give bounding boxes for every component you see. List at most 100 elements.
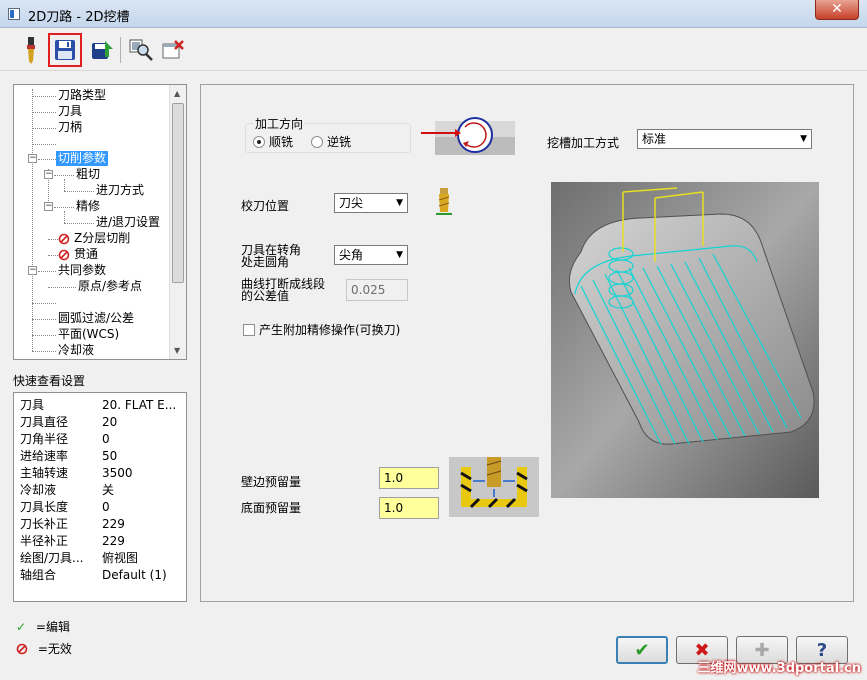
slot-method-value: 标准 (642, 132, 667, 146)
tree-item-roughing[interactable]: 粗切 (76, 167, 100, 182)
tree-item-break-through[interactable]: 贯通 (74, 247, 98, 262)
tree-item-finishing[interactable]: 精修 (76, 199, 100, 214)
delete-button[interactable] (156, 33, 190, 67)
tree-line (64, 191, 94, 192)
quick-key: 轴组合 (20, 568, 57, 582)
quick-key: 进给速率 (20, 449, 69, 463)
tree-line (32, 351, 56, 352)
quick-key: 半径补正 (20, 534, 69, 548)
end-mill-icon (27, 37, 35, 64)
tree-item-holder[interactable]: 刀柄 (58, 120, 82, 135)
scroll-down-icon[interactable]: ▼ (174, 346, 180, 355)
window-title: 2D刀路 - 2D挖槽 (28, 10, 130, 25)
tree-item-cut-parameters[interactable]: 切削参数 (56, 151, 109, 166)
tree-line (32, 144, 56, 145)
save-arrow-icon (92, 41, 113, 59)
legend-edit: ✓ =编辑 (16, 618, 70, 635)
collapse-icon[interactable]: − (44, 202, 53, 211)
app-icon (8, 8, 20, 20)
watermark: 三维网www.3dportal.cn (697, 661, 861, 676)
tree-item-coolant[interactable]: 冷却液 (58, 343, 94, 358)
quick-value: 3500 (102, 466, 133, 480)
floor-stock-input[interactable]: 1.0 (379, 497, 439, 519)
corner-select[interactable]: 尖角 ▼ (334, 245, 408, 265)
tolerance-input[interactable]: 0.025 (346, 279, 408, 301)
tree-line (32, 96, 56, 97)
slot-method-label: 挖槽加工方式 (547, 136, 620, 150)
save-button[interactable] (48, 33, 82, 67)
tree-item-planes[interactable]: 平面(WCS) (58, 327, 119, 342)
quick-value: 20. FLAT E... (102, 398, 177, 412)
close-button[interactable]: ✕ (815, 0, 859, 20)
stock-to-leave-illustration (449, 457, 539, 517)
tree-line (48, 287, 76, 288)
tree-item-entry-method[interactable]: 进刀方式 (96, 183, 144, 198)
finish-check-label: 产生附加精修操作(可换刀) (259, 323, 401, 337)
parameter-tree: 刀路类型 刀具 刀柄 − 切削参数 − 粗切 进刀方式 − 精修 进/退刀设置 … (13, 84, 187, 360)
tree-item-lead-in-out[interactable]: 进/退刀设置 (96, 215, 160, 230)
tip-select[interactable]: 刀尖 ▼ (334, 193, 408, 213)
tree-item-home-reference[interactable]: 原点/参考点 (78, 279, 142, 294)
tree-item-toolpath-type[interactable]: 刀路类型 (58, 88, 106, 103)
tree-line (38, 271, 56, 272)
finish-checkbox[interactable]: 产生附加精修操作(可换刀) (243, 321, 400, 338)
quick-value: 229 (102, 517, 125, 531)
collapse-icon[interactable]: − (28, 266, 37, 275)
quick-key: 刀具长度 (20, 500, 69, 514)
quick-value: 20 (102, 415, 118, 429)
climb-radio[interactable]: 顺铣 (253, 133, 293, 150)
tree-item-depth-cuts[interactable]: Z分层切削 (74, 231, 130, 246)
window-delete-icon (162, 40, 184, 59)
tree-line (48, 255, 58, 256)
preview-button[interactable] (124, 33, 158, 67)
quick-value: 0 (102, 432, 110, 446)
wall-stock-input[interactable]: 1.0 (379, 467, 439, 489)
tool-icon-button[interactable] (14, 33, 48, 67)
corner-value: 尖角 (339, 248, 364, 262)
magnifier-icon (129, 39, 153, 61)
tree-line (32, 128, 56, 129)
collapse-icon[interactable]: − (44, 170, 53, 179)
scroll-up-icon[interactable]: ▲ (174, 89, 180, 98)
tree-line (64, 211, 65, 223)
tree-item-linking-parameters[interactable]: 共同参数 (58, 263, 106, 278)
tree-line (32, 303, 56, 304)
quick-value: Default (1) (102, 568, 167, 582)
legend-invalid: =无效 (16, 640, 72, 657)
tree-item-arc-filter[interactable]: 圆弧过滤/公差 (58, 311, 134, 326)
invalid-icon (58, 233, 70, 245)
tolerance-label-2: 的公差值 (241, 289, 290, 303)
tree-line (54, 207, 74, 208)
tip-label: 校刀位置 (241, 199, 290, 213)
tree-scrollbar[interactable]: ▲ ▼ (169, 85, 186, 359)
checkmark-icon: ✓ (16, 620, 27, 634)
quick-key: 主轴转速 (20, 466, 69, 480)
quick-value: 0 (102, 500, 110, 514)
tool-tip-icon (436, 188, 452, 215)
tree-line (48, 239, 58, 240)
ok-button[interactable]: ✔ (616, 636, 668, 664)
save-as-button[interactable] (86, 33, 120, 67)
tree-line (64, 179, 65, 191)
slot-method-select[interactable]: 标准 ▼ (637, 129, 812, 149)
climb-label: 顺铣 (269, 135, 294, 149)
cut-parameters-page: 加工方向 顺铣 逆铣 挖槽加工方式 标准 ▼ 校刀位置 刀尖 ▼ 刀具在转角 处走圆… (200, 84, 854, 602)
quick-view-title: 快速查看设置 (13, 374, 86, 388)
collapse-icon[interactable]: − (28, 154, 37, 163)
quick-key: 刀长补正 (20, 517, 69, 531)
conventional-radio[interactable]: 逆铣 (311, 133, 351, 150)
toolbar (0, 29, 867, 71)
tip-value: 刀尖 (339, 196, 364, 210)
direction-label: 加工方向 (253, 115, 306, 132)
invalid-icon (16, 643, 28, 655)
scroll-thumb[interactable] (172, 103, 184, 283)
title-bar: 2D刀路 - 2D挖槽 ✕ (0, 0, 867, 28)
tree-item-tool[interactable]: 刀具 (58, 104, 82, 119)
quick-key: 刀具直径 (20, 415, 69, 429)
tree-line (54, 175, 74, 176)
chevron-down-icon: ▼ (800, 134, 807, 144)
quick-key: 刀角半径 (20, 432, 69, 446)
quick-value: 俯视图 (102, 551, 139, 565)
invalid-icon (58, 249, 70, 261)
quick-view-panel: 刀具 20. FLAT E... 刀具直径 20 刀角半径 0 进给速率 50 主轴转速… (13, 392, 187, 602)
